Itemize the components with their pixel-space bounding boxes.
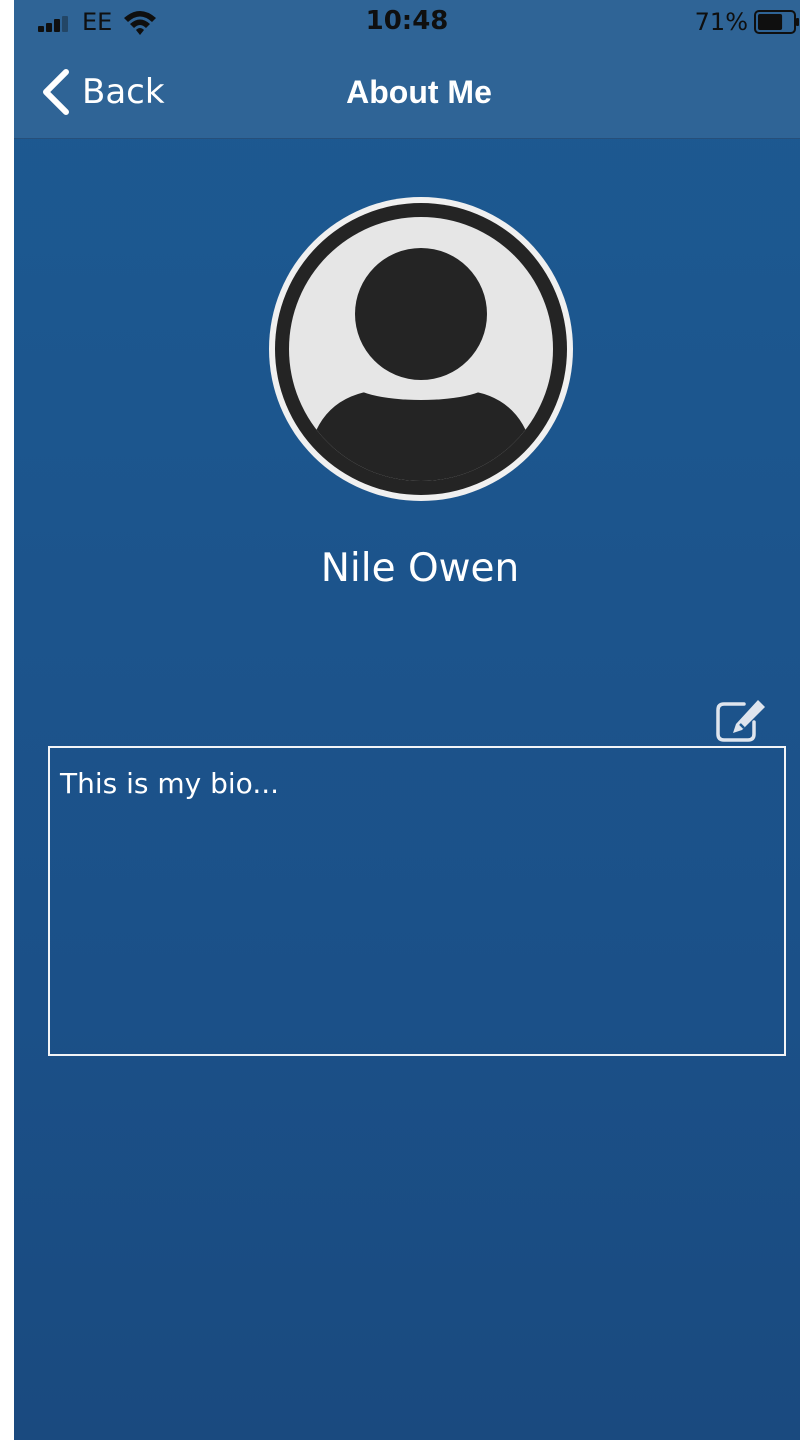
about-me-screen: EE 10:48 71% Back About Me Nile Owen Thi… <box>14 0 800 1440</box>
battery-percentage: 71% <box>694 8 748 36</box>
bio-text: This is my bio... <box>60 767 280 800</box>
status-bar: EE 10:48 71% <box>14 0 800 46</box>
edit-icon[interactable] <box>714 696 772 744</box>
user-avatar-icon <box>269 197 573 501</box>
user-name: Nile Owen <box>320 546 520 591</box>
navigation-bar: Back About Me <box>14 46 800 139</box>
status-time: 10:48 <box>365 6 449 36</box>
bio-textarea[interactable]: This is my bio... <box>48 746 786 1056</box>
battery-icon <box>754 10 799 34</box>
page-title: About Me <box>346 74 492 110</box>
